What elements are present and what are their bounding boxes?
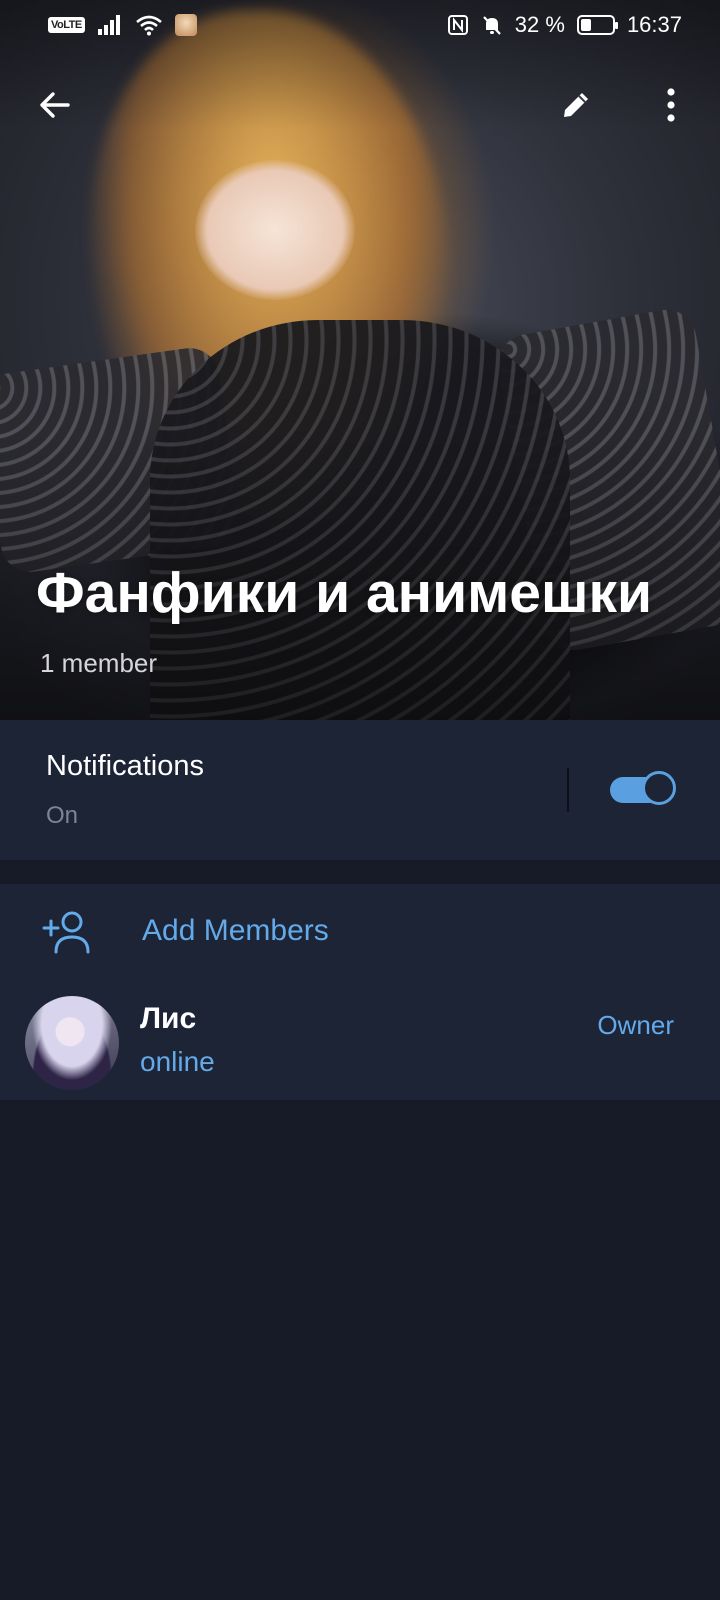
back-button[interactable] <box>20 70 90 140</box>
more-vertical-icon <box>667 88 675 122</box>
nfc-icon <box>447 15 468 35</box>
status-bar: VoLTE 32 % 16:37 <box>0 0 720 50</box>
clock: 16:37 <box>626 12 682 37</box>
status-bar-right: 32 % 16:37 <box>447 12 682 38</box>
member-count: 1 member <box>40 648 158 678</box>
signal-icon <box>97 15 120 35</box>
row-divider <box>567 768 569 812</box>
battery-percent: 32 % <box>514 12 565 37</box>
mute-bell-icon <box>482 16 501 35</box>
add-user-icon <box>42 911 90 954</box>
volte-icon: VoLTE <box>48 17 85 33</box>
group-title: Фанфики и анимешки <box>36 561 653 625</box>
arrow-back-icon <box>40 92 70 118</box>
add-members-label: Add Members <box>142 914 329 947</box>
add-members-button[interactable]: Add Members <box>0 884 720 980</box>
notification-app-icon <box>174 14 197 36</box>
section-divider <box>0 860 720 884</box>
more-options-button[interactable] <box>636 70 706 140</box>
notifications-label: Notifications <box>46 750 204 782</box>
top-toolbar <box>0 70 720 140</box>
status-bar-left: VoLTE <box>48 14 197 36</box>
edit-button[interactable] <box>541 70 611 140</box>
avatar[interactable] <box>25 996 119 1090</box>
notifications-row[interactable]: Notifications On <box>0 720 720 860</box>
wifi-icon <box>135 15 162 36</box>
notifications-toggle[interactable] <box>610 769 678 809</box>
member-name: Лис <box>140 1002 197 1035</box>
notifications-value: On <box>46 802 79 829</box>
member-status: online <box>140 1046 215 1077</box>
member-role-badge: Owner <box>597 1010 674 1040</box>
pencil-icon <box>564 93 588 117</box>
battery-icon <box>576 15 618 35</box>
toggle-knob <box>642 771 676 805</box>
